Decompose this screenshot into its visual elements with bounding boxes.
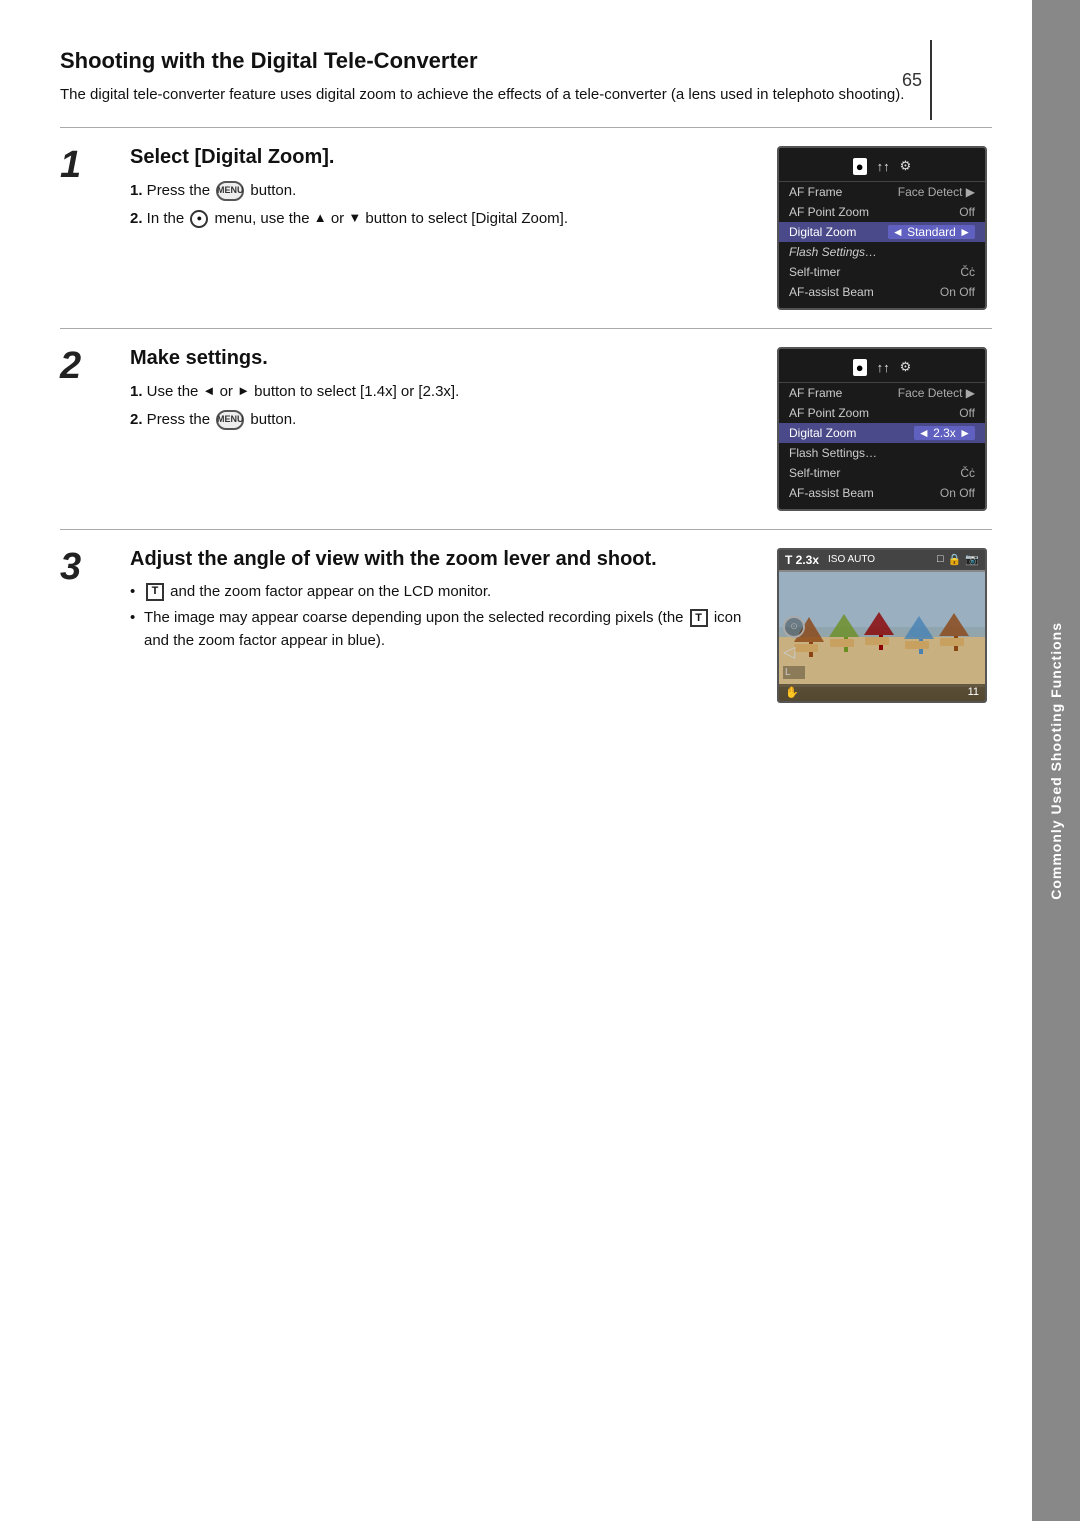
vf-bottom-bar: ✋ 11 — [779, 684, 985, 701]
camera-tab-2: ● — [853, 359, 867, 376]
vf-topbar: T 2.3x ISO AUTO □ 🔒 📷 — [779, 550, 985, 570]
wrench-tab-2: ↑↑ — [877, 360, 890, 375]
step-3-content: Adjust the angle of view with the zoom l… — [130, 548, 752, 703]
step-1-image: ● ↑↑ ⚙ AF Frame Face Detect ▶ AF Point Z… — [772, 146, 992, 310]
camera-menu-1: ● ↑↑ ⚙ AF Frame Face Detect ▶ AF Point Z… — [777, 146, 987, 310]
camera-menu-2: ● ↑↑ ⚙ AF Frame Face Detect ▶ AF Point Z… — [777, 347, 987, 511]
sidebar-tab: Commonly Used Shooting Functions — [1032, 0, 1080, 1521]
menu-row-digital-zoom-2: Digital Zoom ◄ 2.3x ► — [779, 423, 985, 443]
menu-row-af-point-1: AF Point Zoom Off — [779, 202, 985, 222]
vf-iso: ISO AUTO — [825, 553, 878, 566]
menu-row-selftimer-2: Self-timer Čċ — [779, 463, 985, 483]
vf-lock-icon: 🔒 — [948, 553, 962, 566]
menu-row-flash-2: Flash Settings… — [779, 443, 985, 463]
viewfinder: T 2.3x ISO AUTO □ 🔒 📷 — [777, 548, 987, 703]
record-mode-icon-1: ● — [190, 210, 208, 228]
step-3-bullet-1: T and the zoom factor appear on the LCD … — [130, 581, 752, 604]
step-3-bullets: T and the zoom factor appear on the LCD … — [130, 581, 752, 653]
menu-row-af-frame-2: AF Frame Face Detect ▶ — [779, 383, 985, 403]
step-1-content: Select [Digital Zoom]. 1. Press the MENU… — [130, 146, 752, 310]
page-number: 65 — [902, 70, 922, 91]
step-2-number: 2 — [60, 347, 110, 385]
wrench-tab-1: ↑↑ — [877, 159, 890, 174]
step-1-heading: Select [Digital Zoom]. — [130, 146, 752, 169]
left-arrow-icon: ◄ — [203, 381, 216, 402]
main-content: 65 Shooting with the Digital Tele-Conver… — [0, 0, 1032, 1521]
vf-camera-icon: 📷 — [965, 553, 979, 566]
t-icon-inline-2: T — [690, 609, 708, 627]
menu-button-icon-1: MENU — [216, 181, 244, 201]
step-3-bullet-2: The image may appear coarse depending up… — [130, 607, 752, 652]
step-2-instruction-2: 2. Press the MENU button. — [130, 408, 752, 432]
step-3-number: 3 — [60, 548, 110, 586]
vf-frame-count: 11 — [968, 686, 979, 699]
menu-row-af-frame-1: AF Frame Face Detect ▶ — [779, 182, 985, 202]
vf-target-icon: ⊙ — [783, 616, 805, 638]
step-2-body: 1. Use the ◄ or ► button to select [1.4x… — [130, 380, 752, 432]
step-1-instruction-2: 2. In the ● menu, use the ▲ or ▼ button … — [130, 207, 752, 231]
vf-mode-icons: □ 🔒 📷 — [937, 553, 979, 566]
vf-arrow-left-icon: ◁ — [783, 642, 805, 662]
right-arrow-icon: ► — [237, 381, 250, 402]
menu-row-flash-1: Flash Settings… — [779, 242, 985, 262]
menu-header-1: ● ↑↑ ⚙ — [779, 154, 985, 182]
step-1-number-col: 1 — [60, 146, 110, 310]
step-3-block: 3 Adjust the angle of view with the zoom… — [60, 529, 992, 721]
menu-row-af-point-2: AF Point Zoom Off — [779, 403, 985, 423]
up-arrow-icon: ▲ — [314, 208, 327, 229]
vf-landscape-icon: L — [783, 666, 805, 679]
vf-scene-svg — [779, 572, 987, 687]
person-tab-2: ⚙ — [900, 359, 912, 375]
person-tab-1: ⚙ — [900, 158, 912, 174]
sidebar-label: Commonly Used Shooting Functions — [1048, 622, 1064, 900]
menu-row-digital-zoom-1: Digital Zoom ◄ Standard ► — [779, 222, 985, 242]
down-arrow-icon: ▼ — [348, 208, 361, 229]
step-1-instruction-1: 1. Press the MENU button. — [130, 179, 752, 203]
step-2-block: 2 Make settings. 1. Use the ◄ or ► butto… — [60, 328, 992, 529]
step-2-heading: Make settings. — [130, 347, 752, 370]
menu-header-2: ● ↑↑ ⚙ — [779, 355, 985, 383]
step-2-content: Make settings. 1. Use the ◄ or ► button … — [130, 347, 752, 511]
t-icon-inline-1: T — [146, 583, 164, 601]
step-2-number-col: 2 — [60, 347, 110, 511]
page-container: 65 Shooting with the Digital Tele-Conver… — [0, 0, 1080, 1521]
step-3-image: T 2.3x ISO AUTO □ 🔒 📷 — [772, 548, 992, 703]
menu-button-icon-2: MENU — [216, 410, 244, 430]
vf-scene: ⊙ ◁ L — [779, 572, 985, 701]
section-intro: The digital tele-converter feature uses … — [60, 84, 992, 107]
vf-hand-icon: ✋ — [785, 686, 799, 699]
vf-zoom-indicator: T 2.3x — [785, 553, 819, 567]
step-3-body: T and the zoom factor appear on the LCD … — [130, 581, 752, 653]
menu-row-afbeam-1: AF-assist Beam On Off — [779, 282, 985, 302]
step-2-image: ● ↑↑ ⚙ AF Frame Face Detect ▶ AF Point Z… — [772, 347, 992, 511]
menu-row-selftimer-1: Self-timer Čċ — [779, 262, 985, 282]
step-2-instruction-1: 1. Use the ◄ or ► button to select [1.4x… — [130, 380, 752, 404]
step-3-heading: Adjust the angle of view with the zoom l… — [130, 548, 752, 571]
step-1-body: 1. Press the MENU button. 2. In the ● me… — [130, 179, 752, 231]
vf-frame-icon: □ — [937, 553, 944, 566]
section-title: Shooting with the Digital Tele-Converter — [60, 48, 992, 74]
step-3-number-col: 3 — [60, 548, 110, 703]
step-1-block: 1 Select [Digital Zoom]. 1. Press the ME… — [60, 127, 992, 328]
camera-tab-1: ● — [853, 158, 867, 175]
step-1-number: 1 — [60, 146, 110, 184]
menu-row-afbeam-2: AF-assist Beam On Off — [779, 483, 985, 503]
page-number-line — [930, 40, 932, 120]
